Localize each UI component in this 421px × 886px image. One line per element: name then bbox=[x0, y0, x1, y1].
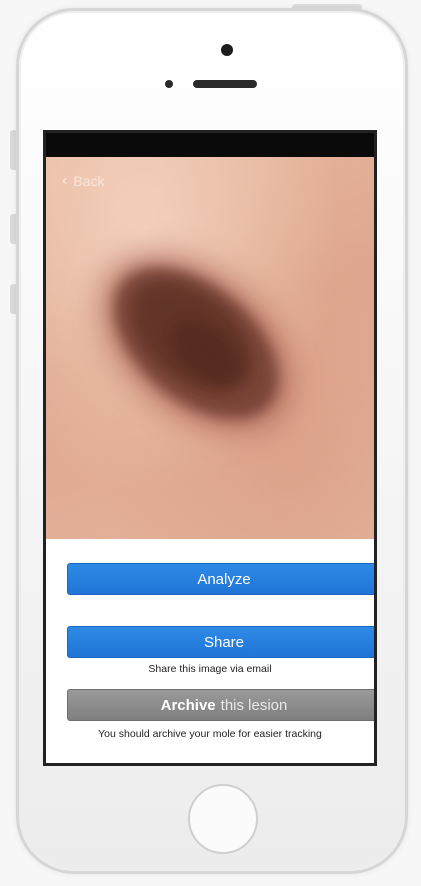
status-bar bbox=[46, 133, 374, 157]
analyze-label: Analyze bbox=[197, 570, 251, 588]
mole-image bbox=[98, 252, 294, 434]
archive-button[interactable]: Archive this lesion bbox=[67, 689, 374, 721]
archive-label-bold: Archive bbox=[160, 696, 216, 714]
chevron-left-icon: ‹ bbox=[62, 172, 68, 189]
share-caption: Share this image via email bbox=[148, 663, 272, 675]
archive-caption: You should archive your mole for easier … bbox=[98, 728, 322, 740]
back-label: Back bbox=[73, 173, 105, 189]
proximity-sensor bbox=[165, 80, 173, 88]
earpiece-speaker bbox=[193, 80, 257, 88]
back-button[interactable]: ‹ Back bbox=[62, 172, 105, 190]
share-button[interactable]: Share bbox=[67, 626, 374, 658]
front-camera bbox=[221, 44, 233, 56]
share-label: Share bbox=[203, 633, 245, 651]
archive-label-rest: this lesion bbox=[220, 696, 288, 714]
action-panel: Analyze Share Share this image via email… bbox=[46, 539, 374, 763]
app-screen: ‹ Back Analyze Share Share this image vi… bbox=[43, 130, 377, 766]
mole-photo: ‹ Back bbox=[46, 157, 374, 539]
analyze-button[interactable]: Analyze bbox=[67, 563, 374, 595]
phone-mockup-stage: ‹ Back Analyze Share Share this image vi… bbox=[0, 0, 421, 886]
home-button[interactable] bbox=[188, 784, 258, 854]
